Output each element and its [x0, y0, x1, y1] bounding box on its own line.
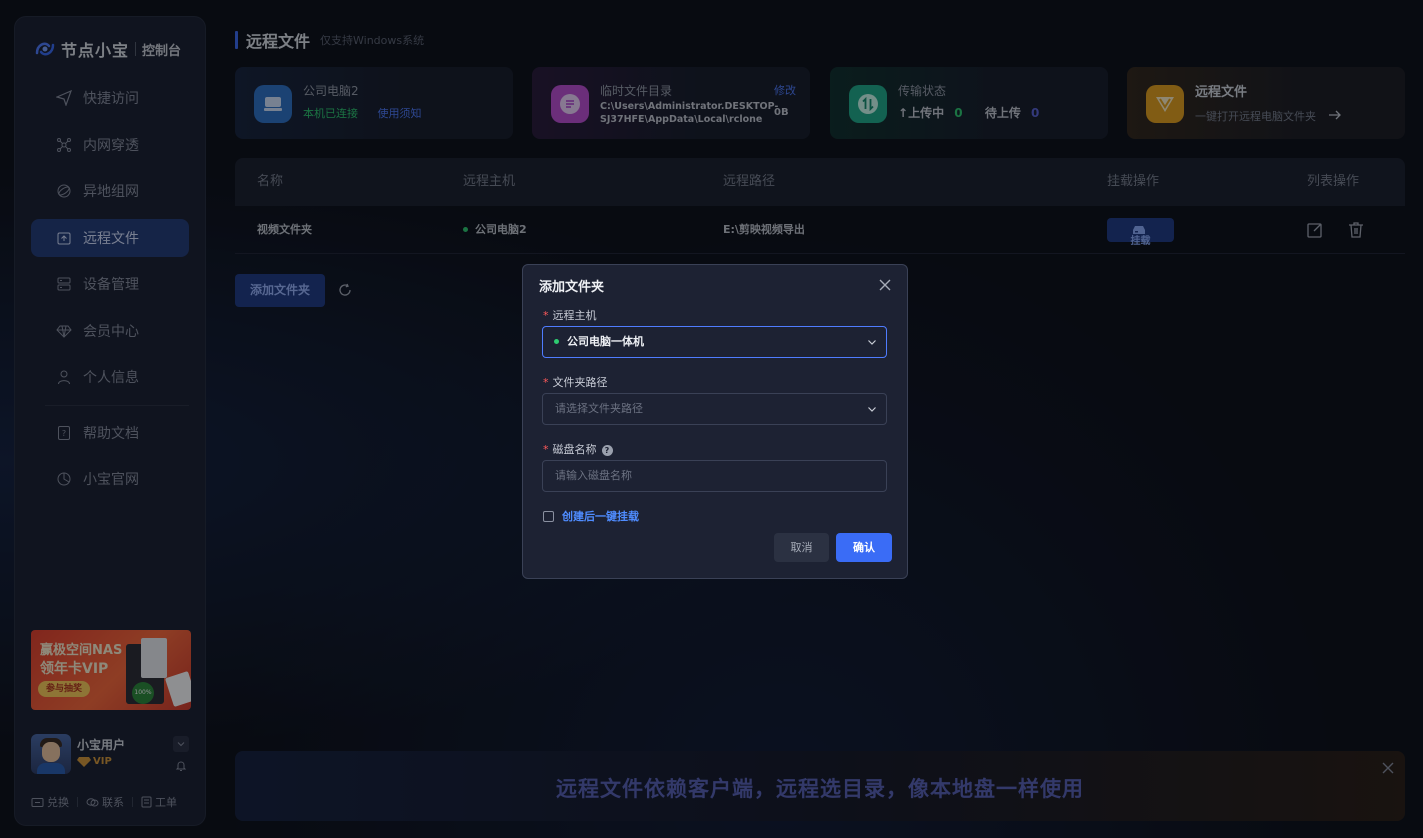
host-select[interactable]: 公司电脑一体机: [542, 326, 887, 358]
chevron-down-icon: [868, 340, 876, 345]
folder-path-placeholder: 请选择文件夹路径: [555, 402, 643, 415]
disk-name-input[interactable]: 请输入磁盘名称: [542, 460, 887, 492]
auto-mount-checkbox[interactable]: [543, 511, 554, 522]
path-label-text: 文件夹路径: [552, 376, 608, 389]
disk-label-text: 磁盘名称: [552, 443, 597, 456]
disk-name-placeholder: 请输入磁盘名称: [555, 469, 632, 482]
dialog-title: 添加文件夹: [539, 280, 605, 295]
host-status-dot: [554, 339, 559, 344]
chevron-down-icon: [868, 407, 876, 412]
host-select-value: 公司电脑一体机: [567, 335, 644, 348]
close-icon[interactable]: [878, 278, 892, 292]
help-icon[interactable]: ?: [601, 444, 613, 456]
add-folder-dialog: 添加文件夹 * 远程主机 公司电脑一体机 * 文件夹路径 请选择文件夹路径 * 磁盘名…: [522, 264, 908, 579]
host-label-text: 远程主机: [552, 309, 597, 322]
path-field-label: * 文件夹路径: [543, 376, 608, 389]
host-field-label: * 远程主机: [543, 309, 597, 322]
cancel-button[interactable]: 取消: [774, 533, 829, 562]
disk-field-label: * 磁盘名称?: [543, 441, 613, 457]
folder-path-select[interactable]: 请选择文件夹路径: [542, 393, 887, 425]
confirm-button[interactable]: 确认: [836, 533, 892, 562]
auto-mount-label[interactable]: 创建后一键挂载: [562, 508, 639, 524]
